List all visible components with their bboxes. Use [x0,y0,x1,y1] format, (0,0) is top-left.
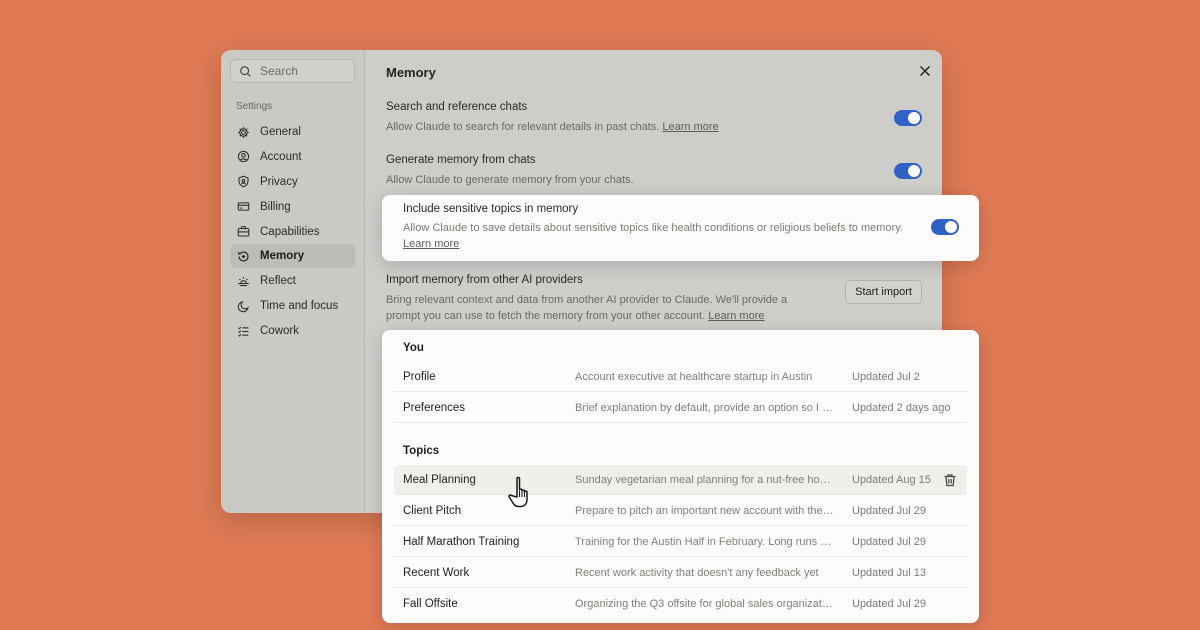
sidebar-item-label: Time and focus [260,300,339,313]
memory-updated: Updated Jul 29 [852,504,926,517]
trash-icon[interactable] [943,473,957,487]
sidebar-item-label: Capabilities [260,225,320,238]
sidebar: Search Settings General Account Privacy … [221,50,365,513]
memory-name: Meal Planning [403,473,476,486]
sidebar-item-reflect[interactable]: Reflect [230,269,355,293]
sidebar-item-label: Cowork [260,325,299,338]
briefcase-icon [237,226,250,237]
search-placeholder: Search [260,64,299,78]
memory-detail: Prepare to pitch an important new accoun… [575,504,835,517]
memory-detail: Account executive at healthcare startup … [575,370,813,383]
memory-name: Fall Offsite [403,598,458,610]
memory-detail: Brief explanation by default, provide an… [575,401,835,414]
memory-name: Client Pitch [403,504,462,517]
search-input[interactable]: Search [230,59,355,83]
sidebar-item-label: Privacy [260,175,298,188]
sidebar-item-label: Memory [260,250,305,263]
sidebar-item-privacy[interactable]: Privacy [230,170,355,194]
credit-card-icon [237,202,250,211]
sidebar-item-label: Billing [260,200,291,213]
gear-icon [238,126,249,138]
memory-updated: Updated 2 days ago [852,401,951,414]
search-chats-toggle[interactable] [894,110,922,126]
learn-more-link[interactable]: Learn more [662,121,718,133]
sensitive-topics-toggle[interactable] [931,219,959,235]
memory-updated: Updated Jul 29 [852,598,926,610]
user-circle-icon [237,151,250,163]
memory-name: Preferences [403,401,466,414]
memory-row-half-marathon[interactable]: Half Marathon Training Training for the … [394,527,967,557]
memory-row-fall-offsite[interactable]: Fall Offsite Organizing the Q3 offsite f… [394,589,967,619]
memory-detail: Organizing the Q3 offsite for global sal… [575,598,835,610]
memory-name: Half Marathon Training [403,535,520,548]
setting-title: Generate memory from chats [386,154,536,166]
memory-detail: Sunday vegetarian meal planning for a nu… [575,473,835,486]
memory-row-client-pitch[interactable]: Client Pitch Prepare to pitch an importa… [394,496,967,526]
sidebar-item-label: Account [260,150,302,163]
sidebar-item-cowork[interactable]: Cowork [230,319,355,343]
topics-heading: Topics [403,445,440,457]
memory-row-recent-work[interactable]: Recent Work Recent work activity that do… [394,558,967,588]
memory-updated: Updated Jul 29 [852,535,926,548]
generate-memory-toggle[interactable] [894,163,922,179]
close-icon[interactable] [918,64,932,78]
sidebar-item-time-and-focus[interactable]: Time and focus [230,294,355,318]
memory-updated: Updated Jul 13 [852,566,926,579]
setting-generate-memory: Generate memory from chats Allow Claude … [386,154,922,188]
setting-description-text: Allow Claude to save details about sensi… [403,222,903,234]
start-import-button[interactable]: Start import [845,280,922,304]
setting-description: Allow Claude to save details about sensi… [403,220,903,252]
sidebar-item-general[interactable]: General [230,120,355,144]
setting-import-memory: Import memory from other AI providers Br… [386,274,922,324]
setting-title: Import memory from other AI providers [386,274,583,286]
page-title: Memory [386,65,436,80]
sidebar-item-label: General [260,126,301,138]
memory-detail: Recent work activity that doesn't any fe… [575,566,819,579]
search-icon [240,65,251,77]
sidebar-item-label: Reflect [260,275,296,288]
sidebar-item-memory[interactable]: Memory [230,244,355,269]
you-heading: You [403,342,424,354]
sidebar-heading: Settings [236,101,273,112]
setting-title: Search and reference chats [386,101,528,113]
sidebar-item-capabilities[interactable]: Capabilities [230,220,355,244]
memory-updated: Updated Jul 2 [852,370,920,383]
shield-icon [238,175,249,188]
setting-description: Allow Claude to search for relevant deta… [386,119,922,135]
sunrise-icon [238,276,249,286]
sidebar-item-billing[interactable]: Billing [230,195,355,219]
sidebar-nav: General Account Privacy Billing Capabili… [230,120,355,344]
moon-icon [237,300,249,312]
memory-detail: Training for the Austin Half in February… [575,535,835,548]
memory-row-profile[interactable]: Profile Account executive at healthcare … [394,362,967,392]
list-check-icon [238,326,249,337]
setting-description: Bring relevant context and data from ano… [386,292,806,324]
memory-row-meal-planning[interactable]: Meal Planning Sunday vegetarian meal pla… [394,465,967,495]
sensitive-topics-setting-card: Include sensitive topics in memory Allow… [382,195,979,261]
memory-name: Profile [403,370,436,383]
setting-description: Allow Claude to generate memory from you… [386,174,634,186]
setting-search-reference-chats: Search and reference chats Allow Claude … [386,101,922,135]
sidebar-item-account[interactable]: Account [230,145,355,169]
memory-name: Recent Work [403,566,470,579]
memory-list-panel: You Profile Account executive at healthc… [382,330,979,623]
learn-more-link[interactable]: Learn more [708,310,764,322]
learn-more-link[interactable]: Learn more [403,238,459,250]
memory-icon [238,251,249,262]
hand-pointer-cursor-icon [508,476,528,508]
memory-updated: Updated Aug 15 [852,473,931,486]
setting-description-text: Allow Claude to search for relevant deta… [386,121,660,133]
memory-row-preferences[interactable]: Preferences Brief explanation by default… [394,393,967,423]
setting-title: Include sensitive topics in memory [403,203,579,215]
